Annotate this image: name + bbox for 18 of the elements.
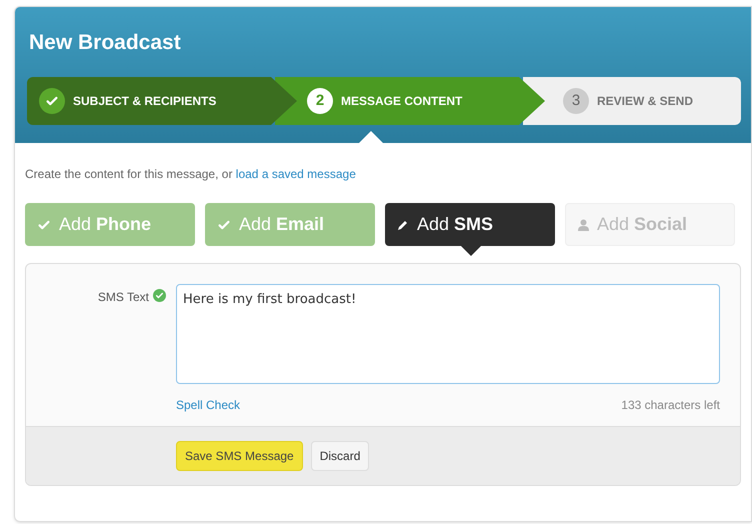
step-label: MESSAGE CONTENT — [341, 93, 462, 110]
save-button[interactable]: Save SMS Message — [176, 441, 303, 471]
step-number: 2 — [307, 88, 333, 114]
check-icon — [45, 94, 59, 108]
spell-check-link[interactable]: Spell Check — [176, 396, 240, 414]
pencil-icon — [397, 218, 409, 230]
sms-text-field[interactable]: Here is my first broadcast! — [176, 284, 720, 384]
character-counter: 133 characters left — [621, 397, 720, 414]
intro-text: Create the content for this message, or load a saved message — [25, 166, 357, 183]
pointer-notch — [359, 131, 383, 143]
window-title: New Broadcast — [29, 31, 182, 55]
person-icon — [578, 218, 589, 230]
discard-button[interactable]: Discard — [310, 441, 370, 471]
load-message-link[interactable]: load a saved message — [236, 167, 356, 181]
field-label: SMS Text — [98, 289, 149, 306]
step-label: REVIEW & SEND — [597, 93, 694, 110]
step-label: SUBJECT & RECIPIENTS — [73, 93, 216, 110]
step-number: 3 — [563, 88, 589, 114]
